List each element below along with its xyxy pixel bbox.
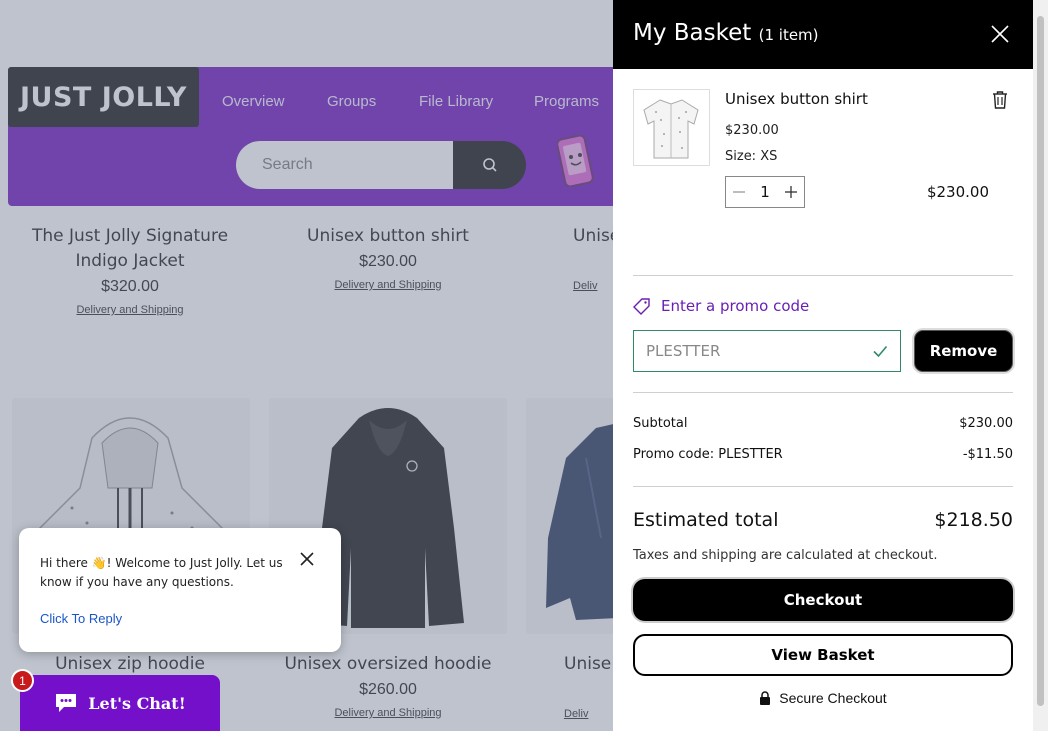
- check-icon: [873, 345, 888, 358]
- basket-item-name[interactable]: Unisex button shirt: [725, 90, 868, 108]
- chat-popup: Hi there 👋! Welcome to Just Jolly. Let u…: [19, 528, 341, 652]
- tax-note: Taxes and shipping are calculated at che…: [633, 548, 938, 563]
- panel-scrollbar[interactable]: [1033, 0, 1048, 731]
- promo-code-link[interactable]: Enter a promo code: [633, 297, 809, 315]
- basket-item-price: $230.00: [725, 123, 779, 138]
- basket-header: My Basket (1 item): [613, 0, 1033, 69]
- divider: [633, 275, 1013, 276]
- basket-title: My Basket (1 item): [633, 20, 819, 46]
- tag-icon: [633, 298, 650, 315]
- secure-checkout-label: Secure Checkout: [779, 690, 887, 706]
- divider: [633, 392, 1013, 393]
- promo-code-field: [633, 330, 901, 372]
- close-icon[interactable]: [298, 550, 316, 568]
- lock-icon: [760, 691, 771, 705]
- close-icon[interactable]: [990, 24, 1010, 44]
- scrollbar-thumb[interactable]: [1037, 16, 1044, 706]
- promo-discount-value: -$11.50: [962, 447, 1013, 462]
- basket-item-image[interactable]: [633, 89, 710, 166]
- increase-quantity-button[interactable]: [778, 177, 804, 207]
- chat-reply-link[interactable]: Click To Reply: [40, 611, 122, 626]
- chat-bubble-icon: [56, 694, 77, 712]
- basket-item-total: $230.00: [926, 183, 989, 201]
- view-basket-button[interactable]: View Basket: [633, 634, 1013, 676]
- quantity-value[interactable]: 1: [752, 183, 778, 201]
- chat-button[interactable]: Let's Chat!: [20, 675, 220, 731]
- subtotal-label: Subtotal: [633, 416, 688, 431]
- chat-button-label: Let's Chat!: [88, 693, 186, 713]
- plus-icon: [785, 186, 797, 198]
- estimated-total-label: Estimated total: [633, 509, 779, 531]
- chat-notification-badge: 1: [11, 669, 34, 692]
- divider: [633, 486, 1013, 487]
- trash-icon[interactable]: [991, 90, 1009, 110]
- promo-code-link-label: Enter a promo code: [661, 297, 810, 315]
- checkout-button[interactable]: Checkout: [633, 579, 1013, 621]
- basket-item-size: Size: XS: [725, 149, 778, 164]
- button-shirt-thumbnail: [643, 99, 699, 159]
- minus-icon: [733, 191, 745, 193]
- basket-item-count: (1 item): [758, 26, 819, 44]
- basket-title-text: My Basket: [633, 20, 752, 46]
- promo-discount-label: Promo code: PLESTTER: [633, 447, 783, 462]
- decrease-quantity-button[interactable]: [726, 177, 752, 207]
- secure-checkout-note: Secure Checkout: [613, 690, 1033, 706]
- quantity-stepper: 1: [725, 176, 805, 208]
- chat-message: Hi there 👋! Welcome to Just Jolly. Let u…: [40, 556, 283, 589]
- remove-promo-button[interactable]: Remove: [914, 330, 1013, 372]
- estimated-total-value: $218.50: [934, 509, 1013, 531]
- subtotal-value: $230.00: [959, 416, 1013, 431]
- basket-panel: My Basket (1 item) Unisex button shirt $…: [613, 0, 1033, 731]
- promo-code-input[interactable]: [634, 331, 864, 371]
